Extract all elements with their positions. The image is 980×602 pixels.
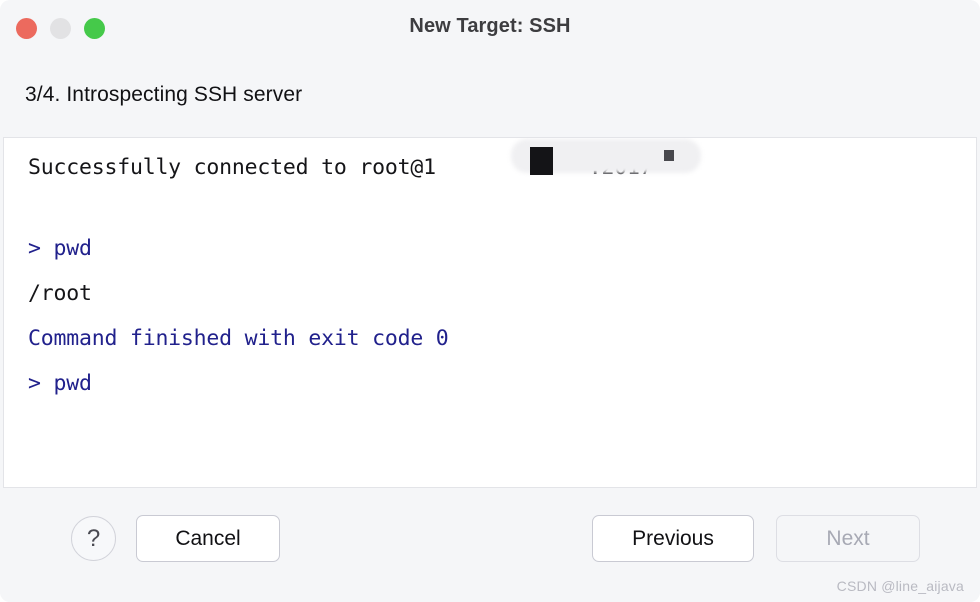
redaction-ghost-overlay — [664, 150, 674, 161]
cancel-button[interactable]: Cancel — [136, 515, 280, 562]
next-button: Next — [776, 515, 920, 562]
terminal-line-prompt-1: > pwd — [28, 236, 92, 261]
watermark-text: CSDN @line_aijava — [836, 578, 964, 594]
terminal-line-prompt-2: > pwd — [28, 371, 92, 396]
terminal-output-panel[interactable]: Successfully connected to root@1 :2017 >… — [3, 137, 977, 488]
window-title: New Target: SSH — [409, 15, 571, 37]
previous-button[interactable]: Previous — [592, 515, 754, 562]
terminal-line-exit-code: Command finished with exit code 0 — [28, 326, 449, 351]
redaction-block-overlay — [530, 147, 553, 175]
window-titlebar: New Target: SSH — [0, 0, 980, 56]
new-target-ssh-dialog: New Target: SSH 3/4. Introspecting SSH s… — [0, 0, 980, 602]
help-icon[interactable]: ? — [71, 516, 116, 561]
wizard-step-heading: 3/4. Introspecting SSH server — [25, 83, 303, 106]
terminal-line-output-root: /root — [28, 281, 92, 306]
